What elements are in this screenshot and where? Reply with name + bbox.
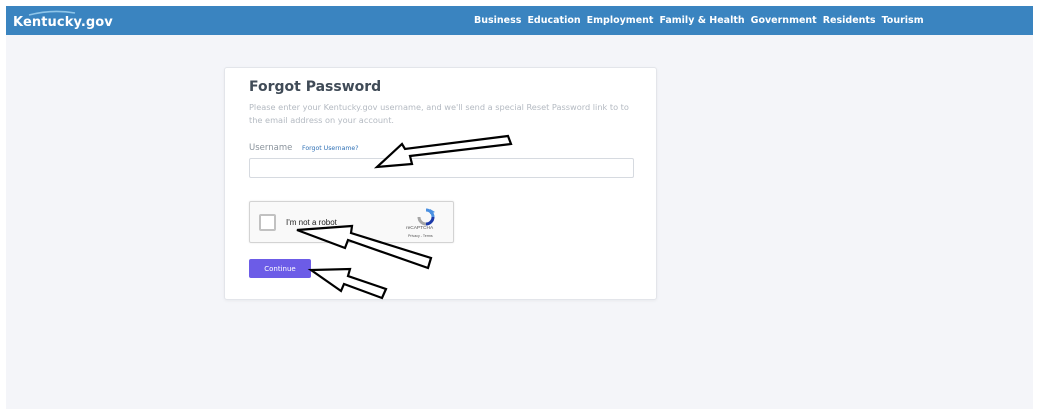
- nav-residents[interactable]: Residents: [823, 15, 876, 26]
- forgot-username-link[interactable]: Forgot Username?: [302, 145, 359, 152]
- recaptcha-terms-link[interactable]: Privacy - Terms: [408, 234, 433, 238]
- username-input[interactable]: [249, 158, 634, 178]
- nav-family-health[interactable]: Family & Health: [659, 15, 744, 26]
- recaptcha-checkbox[interactable]: [259, 214, 276, 231]
- logo-text: Kentucky.gov: [13, 15, 113, 30]
- nav-tourism[interactable]: Tourism: [882, 15, 924, 26]
- username-label: Username: [249, 143, 293, 153]
- nav-government[interactable]: Government: [751, 15, 817, 26]
- continue-button[interactable]: Continue: [249, 259, 311, 278]
- forgot-password-card: Forgot Password Please enter your Kentuc…: [224, 67, 657, 300]
- page-viewport: Kentucky.gov Business Education Employme…: [6, 6, 1033, 409]
- recaptcha-label: I'm not a robot: [286, 218, 337, 227]
- recaptcha-widget: I'm not a robot reCAPTCHA Privacy - Term…: [249, 201, 454, 243]
- nav-education[interactable]: Education: [527, 15, 580, 26]
- recaptcha-brand: reCAPTCHA: [406, 226, 434, 231]
- nav-business[interactable]: Business: [474, 15, 521, 26]
- main-nav: Business Education Employment Family & H…: [474, 6, 930, 35]
- page-title: Forgot Password: [249, 79, 382, 95]
- site-header: Kentucky.gov Business Education Employme…: [6, 6, 1033, 35]
- nav-employment[interactable]: Employment: [587, 15, 654, 26]
- recaptcha-logo-icon: [417, 208, 435, 226]
- form-description: Please enter your Kentucky.gov username,…: [249, 102, 629, 125]
